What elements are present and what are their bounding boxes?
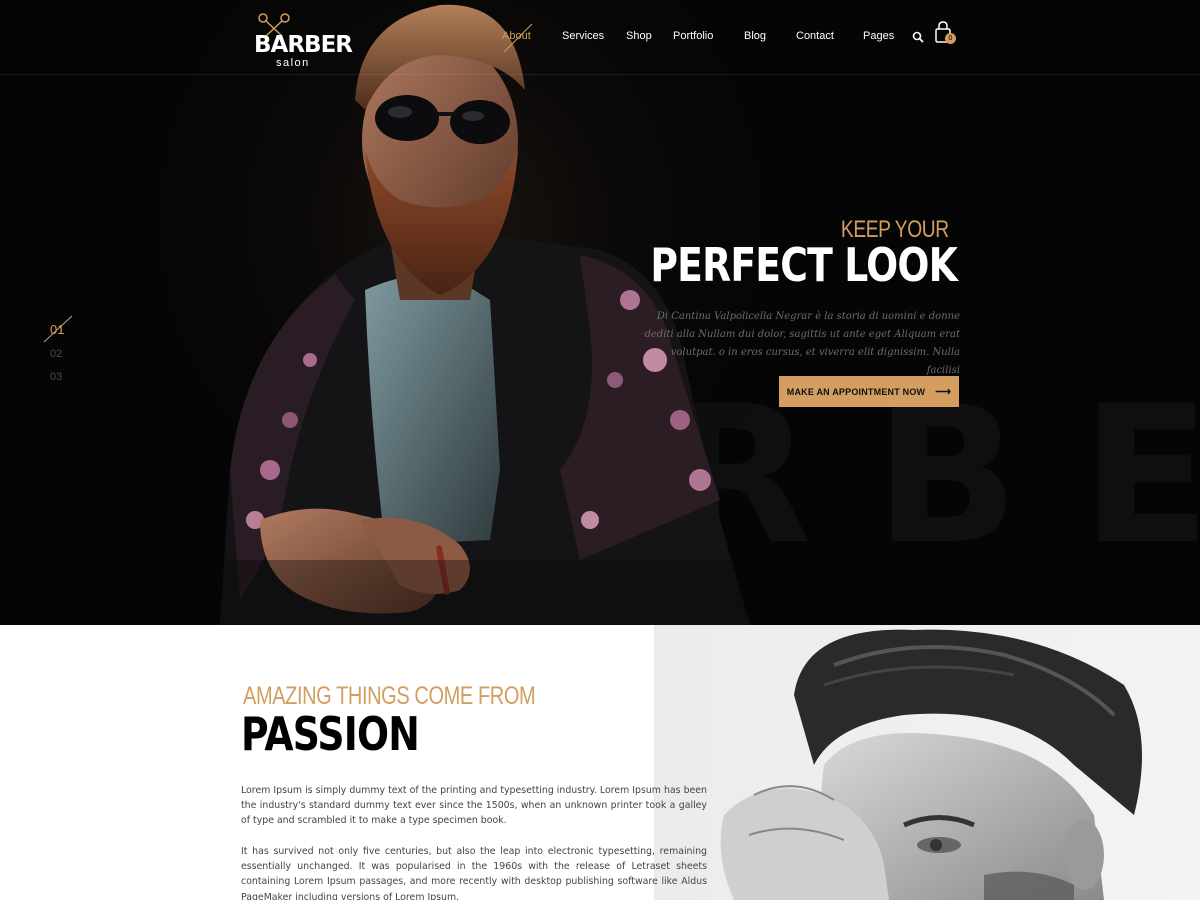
slide-dot-01[interactable]: 01: [50, 322, 64, 337]
nav-shop[interactable]: Shop: [626, 30, 652, 42]
about-paragraph-2: It has survived not only five centuries,…: [241, 846, 707, 900]
cart-count-badge: 0: [945, 33, 956, 44]
logo-subtitle: salon: [276, 57, 310, 69]
slide-dot-02[interactable]: 02: [50, 348, 62, 360]
nav-portfolio[interactable]: Portfolio: [673, 30, 713, 42]
nav-pages[interactable]: Pages: [863, 30, 894, 42]
nav-services[interactable]: Services: [562, 30, 604, 42]
main-nav: About Services Shop Portfolio Blog Conta…: [0, 23, 1200, 53]
about-paragraph-1: Lorem Ipsum is simply dummy text of the …: [241, 785, 707, 827]
site-header: BARBER salon About Services Shop Portfol…: [0, 0, 1200, 75]
hero-description: Di Cantina Valpolicella Negrar è la stor…: [644, 311, 960, 376]
hero-title: PERFECT LOOK: [650, 238, 958, 292]
hero-section: BARBER: [0, 0, 1200, 625]
make-appointment-button[interactable]: MAKE AN APPOINTMENT NOW ⟶: [779, 376, 959, 407]
search-icon[interactable]: [912, 31, 924, 43]
about-section: AMAZING THINGS COME FROM PASSION Lorem I…: [0, 625, 1200, 900]
make-appointment-label: MAKE AN APPOINTMENT NOW: [786, 386, 926, 397]
about-man-photo: [654, 625, 1200, 900]
nav-blog[interactable]: Blog: [744, 30, 766, 42]
nav-contact[interactable]: Contact: [796, 30, 834, 42]
nav-about[interactable]: About: [502, 30, 531, 42]
arrow-right-icon: ⟶: [935, 386, 952, 398]
slide-dot-03[interactable]: 03: [50, 371, 62, 383]
about-title: PASSION: [241, 707, 420, 761]
